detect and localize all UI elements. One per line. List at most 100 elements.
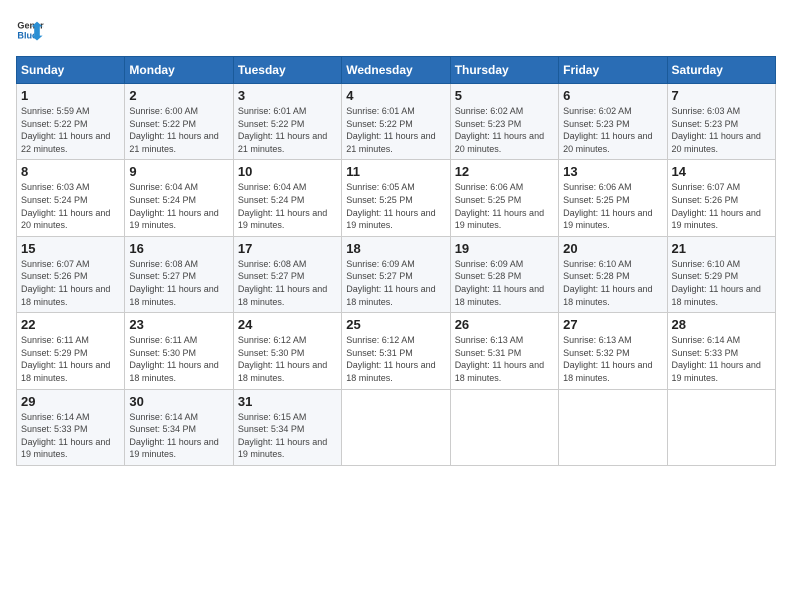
day-detail: Sunrise: 6:10 AM Sunset: 5:29 PM Dayligh… [672,258,771,308]
calendar-week-1: 1 Sunrise: 5:59 AM Sunset: 5:22 PM Dayli… [17,84,776,160]
day-detail: Sunrise: 6:14 AM Sunset: 5:33 PM Dayligh… [672,334,771,384]
calendar-cell: 18 Sunrise: 6:09 AM Sunset: 5:27 PM Dayl… [342,236,450,312]
calendar-cell [667,389,775,465]
day-number: 7 [672,88,771,103]
day-number: 6 [563,88,662,103]
day-number: 5 [455,88,554,103]
day-detail: Sunrise: 6:07 AM Sunset: 5:26 PM Dayligh… [21,258,120,308]
day-detail: Sunrise: 6:15 AM Sunset: 5:34 PM Dayligh… [238,411,337,461]
weekday-header-friday: Friday [559,57,667,84]
day-detail: Sunrise: 6:12 AM Sunset: 5:30 PM Dayligh… [238,334,337,384]
calendar-cell: 28 Sunrise: 6:14 AM Sunset: 5:33 PM Dayl… [667,313,775,389]
day-number: 16 [129,241,228,256]
day-detail: Sunrise: 6:06 AM Sunset: 5:25 PM Dayligh… [563,181,662,231]
calendar-cell: 5 Sunrise: 6:02 AM Sunset: 5:23 PM Dayli… [450,84,558,160]
weekday-header-row: SundayMondayTuesdayWednesdayThursdayFrid… [17,57,776,84]
calendar-cell: 8 Sunrise: 6:03 AM Sunset: 5:24 PM Dayli… [17,160,125,236]
day-detail: Sunrise: 6:13 AM Sunset: 5:31 PM Dayligh… [455,334,554,384]
day-number: 26 [455,317,554,332]
calendar-cell [559,389,667,465]
day-detail: Sunrise: 6:02 AM Sunset: 5:23 PM Dayligh… [563,105,662,155]
day-number: 30 [129,394,228,409]
day-number: 19 [455,241,554,256]
day-detail: Sunrise: 6:02 AM Sunset: 5:23 PM Dayligh… [455,105,554,155]
day-number: 15 [21,241,120,256]
calendar-cell: 11 Sunrise: 6:05 AM Sunset: 5:25 PM Dayl… [342,160,450,236]
day-number: 17 [238,241,337,256]
calendar-cell: 3 Sunrise: 6:01 AM Sunset: 5:22 PM Dayli… [233,84,341,160]
calendar-cell: 25 Sunrise: 6:12 AM Sunset: 5:31 PM Dayl… [342,313,450,389]
calendar-cell: 23 Sunrise: 6:11 AM Sunset: 5:30 PM Dayl… [125,313,233,389]
day-number: 9 [129,164,228,179]
calendar-table: SundayMondayTuesdayWednesdayThursdayFrid… [16,56,776,466]
day-number: 22 [21,317,120,332]
day-number: 2 [129,88,228,103]
day-detail: Sunrise: 6:12 AM Sunset: 5:31 PM Dayligh… [346,334,445,384]
calendar-cell [342,389,450,465]
day-number: 1 [21,88,120,103]
day-detail: Sunrise: 6:01 AM Sunset: 5:22 PM Dayligh… [238,105,337,155]
calendar-cell: 10 Sunrise: 6:04 AM Sunset: 5:24 PM Dayl… [233,160,341,236]
logo-icon: General Blue [16,16,44,44]
day-number: 8 [21,164,120,179]
day-detail: Sunrise: 6:08 AM Sunset: 5:27 PM Dayligh… [129,258,228,308]
day-detail: Sunrise: 6:03 AM Sunset: 5:24 PM Dayligh… [21,181,120,231]
calendar-cell: 1 Sunrise: 5:59 AM Sunset: 5:22 PM Dayli… [17,84,125,160]
calendar-cell: 2 Sunrise: 6:00 AM Sunset: 5:22 PM Dayli… [125,84,233,160]
day-number: 29 [21,394,120,409]
day-detail: Sunrise: 6:05 AM Sunset: 5:25 PM Dayligh… [346,181,445,231]
calendar-cell: 19 Sunrise: 6:09 AM Sunset: 5:28 PM Dayl… [450,236,558,312]
day-detail: Sunrise: 6:04 AM Sunset: 5:24 PM Dayligh… [238,181,337,231]
calendar-cell: 12 Sunrise: 6:06 AM Sunset: 5:25 PM Dayl… [450,160,558,236]
day-detail: Sunrise: 6:11 AM Sunset: 5:29 PM Dayligh… [21,334,120,384]
day-detail: Sunrise: 5:59 AM Sunset: 5:22 PM Dayligh… [21,105,120,155]
day-detail: Sunrise: 6:11 AM Sunset: 5:30 PM Dayligh… [129,334,228,384]
day-number: 11 [346,164,445,179]
calendar-cell: 6 Sunrise: 6:02 AM Sunset: 5:23 PM Dayli… [559,84,667,160]
day-detail: Sunrise: 6:04 AM Sunset: 5:24 PM Dayligh… [129,181,228,231]
calendar-cell: 21 Sunrise: 6:10 AM Sunset: 5:29 PM Dayl… [667,236,775,312]
calendar-cell: 15 Sunrise: 6:07 AM Sunset: 5:26 PM Dayl… [17,236,125,312]
day-detail: Sunrise: 6:09 AM Sunset: 5:27 PM Dayligh… [346,258,445,308]
calendar-cell [450,389,558,465]
calendar-cell: 13 Sunrise: 6:06 AM Sunset: 5:25 PM Dayl… [559,160,667,236]
day-number: 3 [238,88,337,103]
calendar-cell: 22 Sunrise: 6:11 AM Sunset: 5:29 PM Dayl… [17,313,125,389]
day-number: 18 [346,241,445,256]
calendar-week-4: 22 Sunrise: 6:11 AM Sunset: 5:29 PM Dayl… [17,313,776,389]
day-detail: Sunrise: 6:07 AM Sunset: 5:26 PM Dayligh… [672,181,771,231]
calendar-cell: 24 Sunrise: 6:12 AM Sunset: 5:30 PM Dayl… [233,313,341,389]
calendar-cell: 30 Sunrise: 6:14 AM Sunset: 5:34 PM Dayl… [125,389,233,465]
day-detail: Sunrise: 6:14 AM Sunset: 5:34 PM Dayligh… [129,411,228,461]
day-detail: Sunrise: 6:10 AM Sunset: 5:28 PM Dayligh… [563,258,662,308]
calendar-cell: 7 Sunrise: 6:03 AM Sunset: 5:23 PM Dayli… [667,84,775,160]
day-detail: Sunrise: 6:13 AM Sunset: 5:32 PM Dayligh… [563,334,662,384]
logo: General Blue [16,16,44,44]
day-number: 25 [346,317,445,332]
weekday-header-wednesday: Wednesday [342,57,450,84]
weekday-header-tuesday: Tuesday [233,57,341,84]
day-number: 24 [238,317,337,332]
weekday-header-thursday: Thursday [450,57,558,84]
day-number: 20 [563,241,662,256]
weekday-header-monday: Monday [125,57,233,84]
weekday-header-sunday: Sunday [17,57,125,84]
calendar-cell: 4 Sunrise: 6:01 AM Sunset: 5:22 PM Dayli… [342,84,450,160]
page-header: General Blue [16,16,776,44]
day-detail: Sunrise: 6:00 AM Sunset: 5:22 PM Dayligh… [129,105,228,155]
day-number: 13 [563,164,662,179]
calendar-week-5: 29 Sunrise: 6:14 AM Sunset: 5:33 PM Dayl… [17,389,776,465]
calendar-cell: 29 Sunrise: 6:14 AM Sunset: 5:33 PM Dayl… [17,389,125,465]
day-detail: Sunrise: 6:08 AM Sunset: 5:27 PM Dayligh… [238,258,337,308]
day-number: 27 [563,317,662,332]
day-detail: Sunrise: 6:06 AM Sunset: 5:25 PM Dayligh… [455,181,554,231]
day-number: 28 [672,317,771,332]
calendar-cell: 14 Sunrise: 6:07 AM Sunset: 5:26 PM Dayl… [667,160,775,236]
weekday-header-saturday: Saturday [667,57,775,84]
day-number: 23 [129,317,228,332]
calendar-cell: 27 Sunrise: 6:13 AM Sunset: 5:32 PM Dayl… [559,313,667,389]
svg-text:Blue: Blue [17,30,37,40]
calendar-cell: 26 Sunrise: 6:13 AM Sunset: 5:31 PM Dayl… [450,313,558,389]
day-number: 14 [672,164,771,179]
day-number: 12 [455,164,554,179]
